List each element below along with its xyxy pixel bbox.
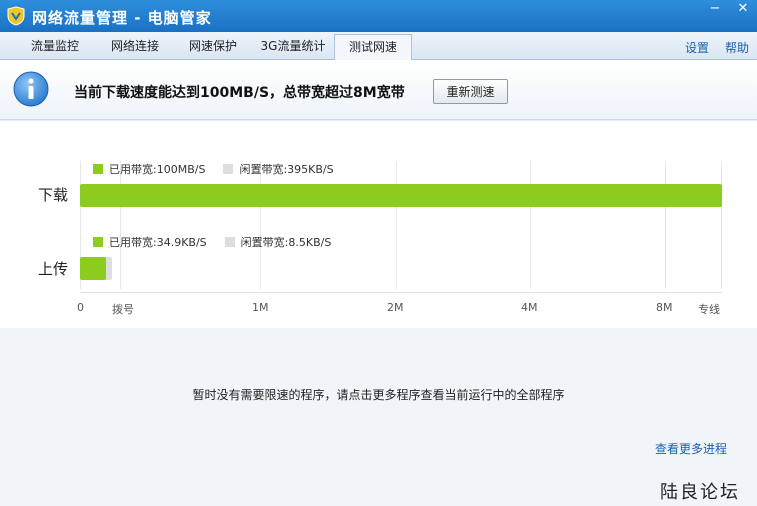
info-bar: 当前下载速度能达到100MB/S，总带宽超过8M宽带 重新测速 xyxy=(0,60,757,120)
title-bar: 网络流量管理 - 电脑管家 − ✕ xyxy=(0,0,757,32)
tick-label: 1M xyxy=(252,301,269,314)
upload-idle-label: 闲置带宽: xyxy=(240,236,289,249)
info-icon xyxy=(13,71,49,107)
tick-label: 0 xyxy=(77,301,84,314)
used-swatch xyxy=(93,164,103,174)
upload-used-label: 已用带宽: xyxy=(109,236,157,249)
upload-bar xyxy=(80,257,106,280)
minimize-button[interactable]: − xyxy=(701,0,729,20)
tick-label: 专线 xyxy=(698,303,720,316)
tick-label: 拨号 xyxy=(112,303,134,316)
window-title: 网络流量管理 - 电脑管家 xyxy=(32,9,212,27)
download-track xyxy=(80,184,722,207)
tick-label: 4M xyxy=(521,301,538,314)
help-link[interactable]: 帮助 xyxy=(725,39,749,56)
watermark: 陆良论坛 xyxy=(660,482,740,503)
idle-swatch xyxy=(223,164,234,174)
tab-3g-stats[interactable]: 3G流量统计 xyxy=(252,34,334,60)
upload-used-value: 34.9KB/S xyxy=(156,235,207,249)
tab-speed-protection[interactable]: 网速保护 xyxy=(174,34,252,60)
upload-legend: 已用带宽: 34.9KB/S 闲置带宽: 8.5KB/S xyxy=(93,234,331,250)
upload-track xyxy=(80,257,722,280)
program-list-area: 暂时没有需要限速的程序，请点击更多程序查看当前运行中的全部程序 查看更多进程 陆… xyxy=(0,328,757,506)
retest-button[interactable]: 重新测速 xyxy=(433,79,508,104)
download-used-label: 已用带宽: xyxy=(109,163,157,176)
empty-notice: 暂时没有需要限速的程序，请点击更多程序查看当前运行中的全部程序 xyxy=(192,388,565,402)
idle-swatch xyxy=(224,237,235,247)
tab-bar: 流量监控 网络连接 网速保护 3G流量统计 测试网速 设置 帮助 xyxy=(0,32,757,60)
upload-idle-value: 8.5KB/S xyxy=(288,235,332,249)
shield-logo-icon xyxy=(7,6,25,26)
tick-label: 2M xyxy=(387,301,404,314)
speed-chart: 已用带宽: 100MB/S 闲置带宽: 395KB/S 下载 已用带宽: 34.… xyxy=(0,121,757,328)
download-legend: 已用带宽: 100MB/S 闲置带宽: 395KB/S xyxy=(93,161,334,177)
tab-traffic-monitor[interactable]: 流量监控 xyxy=(14,34,96,60)
upload-label: 上传 xyxy=(38,260,69,278)
speed-result-message: 当前下载速度能达到100MB/S，总带宽超过8M宽带 xyxy=(74,85,405,101)
download-idle-label: 闲置带宽: xyxy=(239,163,288,176)
axis-line xyxy=(80,292,722,293)
tab-speed-test[interactable]: 测试网速 xyxy=(334,34,412,60)
used-swatch xyxy=(93,237,103,247)
download-label: 下载 xyxy=(38,186,69,204)
tab-network-connections[interactable]: 网络连接 xyxy=(96,34,174,60)
tick-label: 8M xyxy=(656,301,673,314)
settings-link[interactable]: 设置 xyxy=(685,39,709,56)
view-more-processes-link[interactable]: 查看更多进程 xyxy=(655,440,727,457)
download-used-value: 100MB/S xyxy=(156,162,206,176)
close-button[interactable]: ✕ xyxy=(729,0,757,20)
download-idle-value: 395KB/S xyxy=(287,162,334,176)
download-bar xyxy=(80,184,722,207)
